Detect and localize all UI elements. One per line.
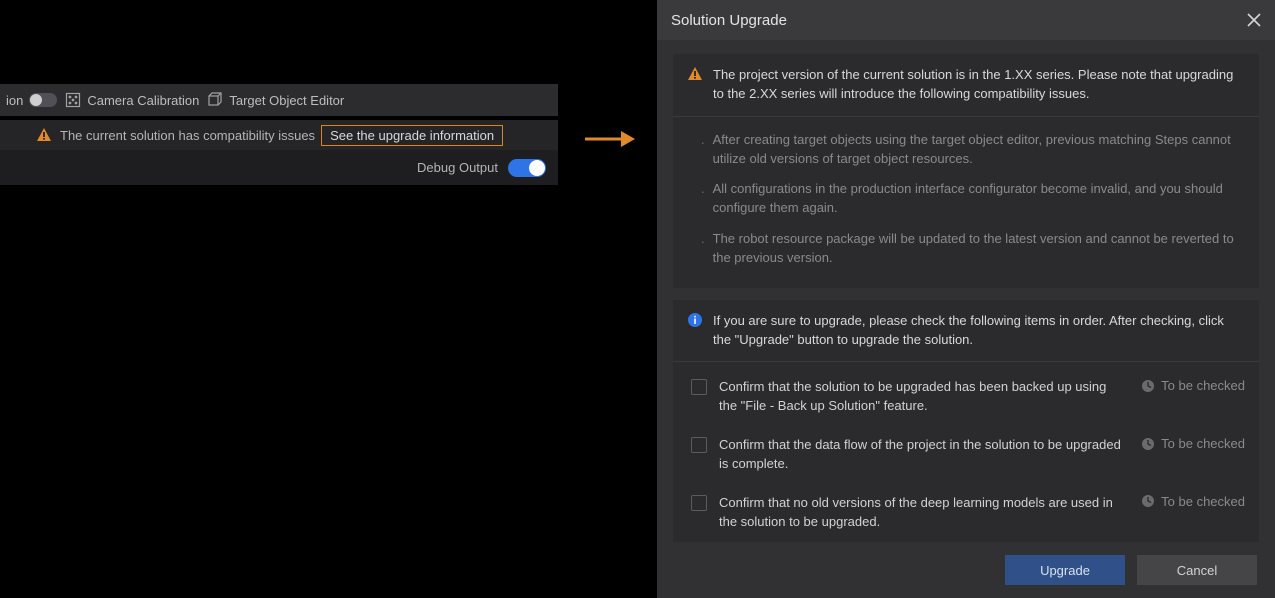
see-upgrade-info-link[interactable]: See the upgrade information — [321, 125, 503, 146]
compatibility-bullet-list: After creating target objects using the … — [673, 117, 1259, 288]
checklist-section: If you are sure to upgrade, please check… — [673, 300, 1259, 542]
info-icon — [687, 312, 703, 328]
solution-upgrade-dialog: Solution Upgrade The project version of … — [657, 0, 1275, 598]
toggle-icon[interactable] — [29, 93, 57, 107]
close-button[interactable] — [1247, 13, 1261, 27]
clock-icon — [1141, 379, 1155, 393]
bullet-text: The robot resource package will be updat… — [713, 230, 1245, 268]
clock-icon — [1141, 437, 1155, 451]
check-item: Confirm that the data flow of the projec… — [673, 426, 1259, 484]
target-object-editor-label: Target Object Editor — [229, 93, 344, 108]
check-status: To be checked — [1141, 378, 1245, 393]
camera-calibration-button[interactable]: Camera Calibration — [65, 92, 199, 108]
dialog-footer: Upgrade Cancel — [657, 542, 1275, 598]
list-item: After creating target objects using the … — [701, 125, 1245, 175]
left-panel: ion Camera Calibration — [0, 84, 558, 185]
check-status-text: To be checked — [1161, 436, 1245, 451]
debug-output-label: Debug Output — [417, 160, 498, 175]
check-status: To be checked — [1141, 494, 1245, 509]
check-item-text: Confirm that the solution to be upgraded… — [719, 378, 1129, 416]
warning-notice-text: The project version of the current solut… — [713, 66, 1245, 116]
cancel-button[interactable]: Cancel — [1137, 555, 1257, 585]
target-object-editor-button[interactable]: Target Object Editor — [207, 92, 344, 108]
list-item: All configurations in the production int… — [701, 174, 1245, 224]
check-status: To be checked — [1141, 436, 1245, 451]
debug-output-row: Debug Output — [0, 150, 558, 185]
warning-notice: The project version of the current solut… — [673, 54, 1259, 117]
bullet-text: All configurations in the production int… — [713, 180, 1245, 218]
check-status-text: To be checked — [1161, 378, 1245, 393]
check-item: Confirm that no old versions of the deep… — [673, 484, 1259, 542]
dialog-title: Solution Upgrade — [671, 12, 787, 29]
checkbox[interactable] — [691, 379, 707, 395]
toolbar-item-fragment: ion — [6, 93, 57, 108]
arrow-icon — [585, 128, 635, 150]
info-notice-text: If you are sure to upgrade, please check… — [713, 312, 1245, 362]
check-status-text: To be checked — [1161, 494, 1245, 509]
cube-icon — [207, 92, 223, 108]
debug-output-toggle[interactable] — [508, 159, 546, 177]
dialog-header: Solution Upgrade — [657, 0, 1275, 40]
warning-icon — [36, 127, 52, 143]
bullet-text: After creating target objects using the … — [713, 131, 1245, 169]
camera-calibration-label: Camera Calibration — [87, 93, 199, 108]
checkbox[interactable] — [691, 495, 707, 511]
check-item: Confirm that the solution to be upgraded… — [673, 368, 1259, 426]
compatibility-warning-text: The current solution has compatibility i… — [60, 128, 315, 143]
check-item-text: Confirm that the data flow of the projec… — [719, 436, 1129, 474]
toolbar: ion Camera Calibration — [0, 84, 558, 116]
list-item: The robot resource package will be updat… — [701, 224, 1245, 274]
grid-icon — [65, 92, 81, 108]
info-notice: If you are sure to upgrade, please check… — [673, 300, 1259, 363]
checkbox[interactable] — [691, 437, 707, 453]
dialog-body: The project version of the current solut… — [657, 40, 1275, 542]
warning-icon — [687, 66, 703, 82]
toolbar-item-fragment-label: ion — [6, 93, 23, 108]
upgrade-checklist: Confirm that the solution to be upgraded… — [673, 362, 1259, 542]
warning-section: The project version of the current solut… — [673, 54, 1259, 288]
compatibility-warning-bar: The current solution has compatibility i… — [0, 120, 558, 150]
check-item-text: Confirm that no old versions of the deep… — [719, 494, 1129, 532]
upgrade-button[interactable]: Upgrade — [1005, 555, 1125, 585]
clock-icon — [1141, 494, 1155, 508]
